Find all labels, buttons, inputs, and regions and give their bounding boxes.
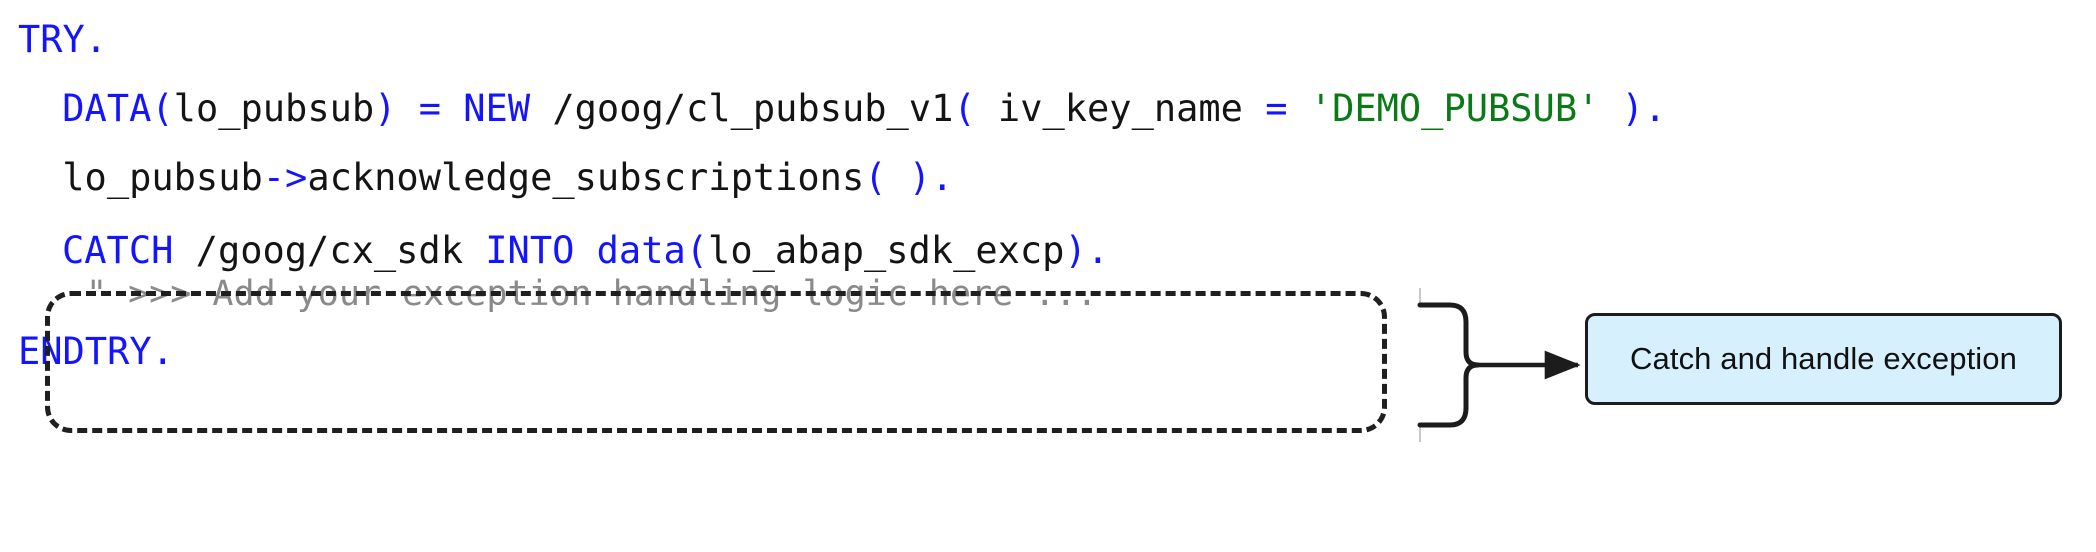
code-token: =: [1265, 87, 1288, 130]
code-line-try: TRY.: [18, 18, 107, 62]
code-token: DATA: [40, 87, 152, 130]
code-token: " >>> Add your exception handling logic …: [86, 274, 1098, 314]
code-token: lo_pubsub: [173, 87, 375, 130]
code-line-data-new-pubsub: DATA(lo_pubsub) = NEW /goog/cl_pubsub_v1…: [40, 87, 1666, 131]
diagram-canvas: TRY. DATA(lo_pubsub) = NEW /goog/cl_pubs…: [0, 0, 2096, 552]
code-line-comment-placeholder: " >>> Add your exception handling logic …: [86, 272, 1097, 316]
code-token: .: [1086, 229, 1110, 272]
code-token: 'DEMO_PUBSUB': [1309, 87, 1600, 130]
code-token: data: [596, 229, 686, 272]
code-block: TRY. DATA(lo_pubsub) = NEW /goog/cl_pubs…: [0, 0, 1666, 552]
code-token: /goog/cx_sdk: [173, 229, 486, 272]
code-token: (: [685, 229, 709, 272]
code-token: .: [151, 330, 174, 373]
code-token: ): [1064, 229, 1087, 272]
code-token: ->: [262, 156, 308, 199]
code-token: INTO: [485, 229, 575, 272]
code-token: ): [374, 87, 397, 130]
code-token: =: [418, 87, 441, 130]
callout-box: Catch and handle exception: [1585, 313, 2062, 405]
code-token: acknowledge_subscriptions: [307, 156, 865, 199]
code-token: .: [84, 18, 108, 61]
code-token: ): [908, 156, 932, 199]
code-token: lo_pubsub: [40, 156, 263, 199]
code-line-endtry: ENDTRY.: [18, 330, 174, 374]
code-token: TRY: [18, 18, 85, 61]
code-token: .: [1643, 87, 1667, 130]
callout-label: Catch and handle exception: [1630, 341, 2017, 376]
code-token: (: [953, 87, 976, 130]
code-token: NEW: [463, 87, 531, 130]
code-token: iv_key_name: [975, 87, 1266, 130]
code-token: /goog/cl_pubsub_v1: [530, 87, 954, 130]
code-line-acknowledge-subscriptions: lo_pubsub->acknowledge_subscriptions( ).: [40, 156, 953, 200]
code-token: lo_abap_sdk_excp: [708, 229, 1065, 272]
code-token: ENDTRY: [18, 330, 152, 373]
code-token: ): [1621, 87, 1644, 130]
code-token: CATCH: [62, 229, 174, 272]
code-line-catch: CATCH /goog/cx_sdk INTO data(lo_abap_sdk…: [62, 229, 1109, 273]
code-token: .: [931, 156, 954, 199]
code-token: (: [864, 156, 887, 199]
code-token: (: [151, 87, 174, 130]
curly-brace-icon: [1417, 302, 1481, 428]
